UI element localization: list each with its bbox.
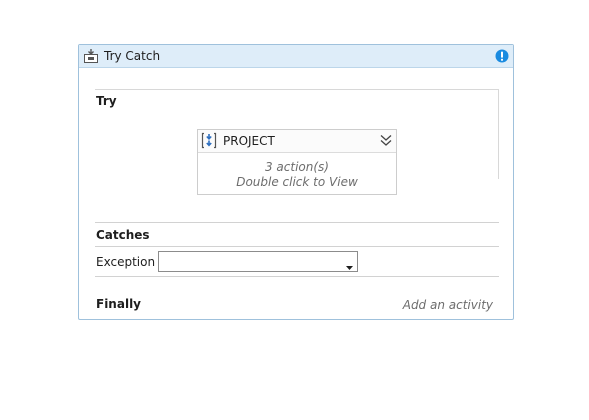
designer-canvas: Try Catch Try PROJECT 3 action(s) Double… (0, 0, 589, 420)
try-label: Try (96, 94, 117, 108)
activity-header[interactable]: Try Catch (79, 45, 513, 68)
sequence-action-count: 3 action(s) (264, 160, 329, 174)
sequence-header[interactable]: PROJECT (198, 130, 396, 153)
exception-label: Exception (96, 255, 156, 269)
add-activity-placeholder[interactable]: Add an activity (403, 298, 493, 312)
warning-icon[interactable] (495, 48, 509, 63)
catches-divider (95, 222, 499, 223)
finally-label: Finally (96, 297, 141, 311)
catches-label: Catches (96, 228, 150, 242)
sequence-view-hint: Double click to View (236, 175, 358, 189)
activity-title: Try Catch (104, 49, 161, 63)
try-catch-icon (83, 48, 99, 64)
sequence-title: PROJECT (223, 134, 275, 148)
collapse-chevron-icon[interactable] (379, 133, 393, 148)
sequence-activity[interactable]: PROJECT 3 action(s) Double click to View (197, 129, 397, 195)
exception-type-dropdown[interactable] (158, 251, 358, 272)
finally-divider (95, 276, 499, 277)
sequence-icon (201, 132, 217, 149)
catches-header-divider (95, 246, 499, 247)
dropdown-arrow-icon[interactable] (345, 257, 354, 270)
try-catch-activity[interactable]: Try Catch Try PROJECT 3 action(s) Double… (78, 44, 514, 320)
